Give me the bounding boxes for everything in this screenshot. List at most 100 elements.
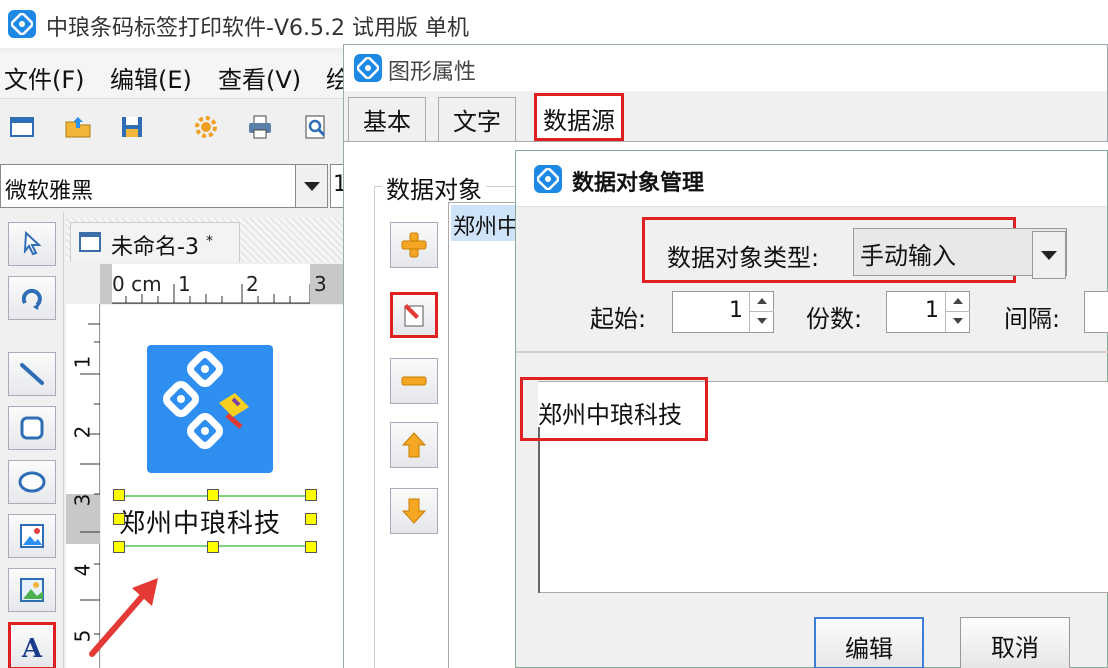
resize-handle[interactable]	[113, 513, 125, 525]
interval-stepper[interactable]	[1084, 291, 1108, 333]
stepper-down-icon	[757, 318, 767, 324]
manual-content-text: 郑州中琅科技	[538, 401, 682, 429]
open-button[interactable]	[62, 111, 94, 143]
start-value: 1	[729, 298, 743, 323]
app-logo-icon	[354, 54, 382, 82]
picture-tool[interactable]	[8, 514, 56, 558]
document-tab-strip: 未命名-3 *	[66, 218, 346, 262]
menu-view[interactable]: 查看(V)	[218, 60, 301, 95]
data-object-type-label: 数据对象类型:	[667, 244, 820, 272]
menu-edit[interactable]: 编辑(E)	[110, 60, 192, 95]
ruler-label: 2	[246, 272, 259, 296]
rotate-icon	[21, 288, 42, 310]
copies-value: 1	[925, 298, 939, 323]
cancel-button[interactable]: 取消	[960, 617, 1070, 668]
main-toolbar	[0, 98, 345, 158]
data-object-group-label: 数据对象	[382, 170, 486, 205]
copies-stepper[interactable]: 1	[886, 291, 970, 333]
drawing-toolbox: A	[0, 212, 64, 668]
app-logo-icon	[8, 10, 36, 38]
preview-magnifier-icon	[305, 115, 326, 139]
print-preview-button[interactable]	[300, 111, 332, 143]
document-window-icon	[79, 232, 101, 252]
move-up-button[interactable]	[390, 422, 438, 468]
resize-handle[interactable]	[113, 541, 125, 553]
open-folder-icon	[65, 117, 91, 138]
pointer-arrow-icon	[23, 230, 42, 256]
text-object[interactable]: 郑州中琅科技	[119, 495, 311, 547]
ellipse-tool[interactable]	[8, 460, 56, 504]
font-dropdown-button[interactable]	[295, 165, 327, 207]
edit-button[interactable]: 编辑	[814, 617, 924, 668]
resize-handle[interactable]	[207, 541, 219, 553]
gear-icon	[195, 116, 217, 138]
tab-text[interactable]: 文字	[438, 97, 516, 141]
start-label: 起始:	[590, 305, 647, 333]
document-tab[interactable]: 未命名-3 *	[70, 222, 240, 262]
resize-handle[interactable]	[305, 513, 317, 525]
select-tool[interactable]	[8, 222, 56, 266]
text-a-icon: A	[21, 634, 43, 661]
new-window-icon	[10, 117, 34, 137]
svg-text:A: A	[21, 634, 43, 661]
section-divider	[516, 351, 1108, 353]
manager-title-bar: 数据对象管理	[516, 151, 1107, 207]
image-icon	[20, 524, 44, 548]
chevron-down-icon	[1041, 250, 1057, 260]
printer-icon	[249, 115, 271, 139]
text-tool[interactable]: A	[8, 622, 56, 668]
rectangle-tool[interactable]	[8, 406, 56, 450]
start-stepper-arrows[interactable]	[749, 292, 774, 332]
ruler-label: 1	[178, 272, 191, 296]
main-title-bar: 中琅条码标签打印软件-V6.5.2 试用版 单机	[0, 0, 1108, 48]
data-object-type-row: 数据对象类型: 手动输入	[642, 217, 1067, 283]
ruler-label: 3	[314, 272, 327, 296]
ruler-label: 3	[70, 493, 95, 507]
print-button[interactable]	[244, 111, 276, 143]
logo-image-object[interactable]	[147, 345, 273, 473]
plus-icon	[401, 232, 427, 258]
image-library-tool[interactable]	[8, 568, 56, 612]
menu-file[interactable]: 文件(F)	[4, 60, 85, 95]
interval-label: 间隔:	[1004, 305, 1061, 333]
move-down-button[interactable]	[390, 488, 438, 534]
resize-handle[interactable]	[207, 489, 219, 501]
resize-handle[interactable]	[305, 489, 317, 501]
save-button[interactable]	[116, 111, 148, 143]
properties-title: 图形属性	[388, 60, 477, 85]
tab-data-source[interactable]: 数据源	[534, 93, 624, 141]
ruler-label: 0 cm	[112, 272, 162, 296]
textarea-border	[538, 427, 540, 593]
type-dropdown-button[interactable]	[1032, 231, 1066, 279]
menu-bar: 文件(F) 编辑(E) 查看(V) 绘	[0, 52, 350, 98]
resize-handle[interactable]	[305, 541, 317, 553]
line-tool[interactable]	[8, 352, 56, 396]
annotation-arrow-icon	[89, 578, 158, 657]
main-window-title: 中琅条码标签打印软件-V6.5.2 试用版 单机	[46, 16, 469, 41]
minus-icon	[401, 376, 427, 386]
copies-stepper-arrows[interactable]	[945, 292, 970, 332]
add-data-object-button[interactable]	[390, 222, 438, 268]
landscape-image-icon	[20, 578, 44, 602]
app-logo-icon	[534, 165, 562, 193]
stepper-down-icon	[953, 318, 963, 324]
rotate-tool[interactable]	[8, 276, 56, 320]
font-bar: 微软雅黑 1	[0, 160, 350, 212]
properties-title-bar: 图形属性	[344, 45, 1107, 91]
font-family-select[interactable]: 微软雅黑	[0, 164, 328, 208]
start-stepper[interactable]: 1	[672, 291, 774, 333]
new-document-button[interactable]	[6, 111, 38, 143]
remove-data-object-button[interactable]	[390, 358, 438, 404]
tab-basic[interactable]: 基本	[348, 97, 426, 141]
save-disk-icon	[122, 117, 142, 137]
edit-data-object-button[interactable]	[390, 292, 438, 338]
copies-label: 份数:	[806, 305, 863, 333]
company-logo-icon	[163, 351, 249, 449]
settings-button[interactable]	[190, 111, 222, 143]
document-tab-label: 未命名-3 *	[111, 233, 213, 260]
modified-mark: *	[205, 233, 213, 250]
edit-document-icon	[404, 304, 424, 327]
resize-handle[interactable]	[113, 489, 125, 501]
data-object-manager-dialog: 数据对象管理 数据对象类型: 手动输入 起始: 1 份数: 1 间隔: 郑州中琅…	[515, 150, 1108, 668]
stepper-up-icon	[757, 298, 767, 304]
